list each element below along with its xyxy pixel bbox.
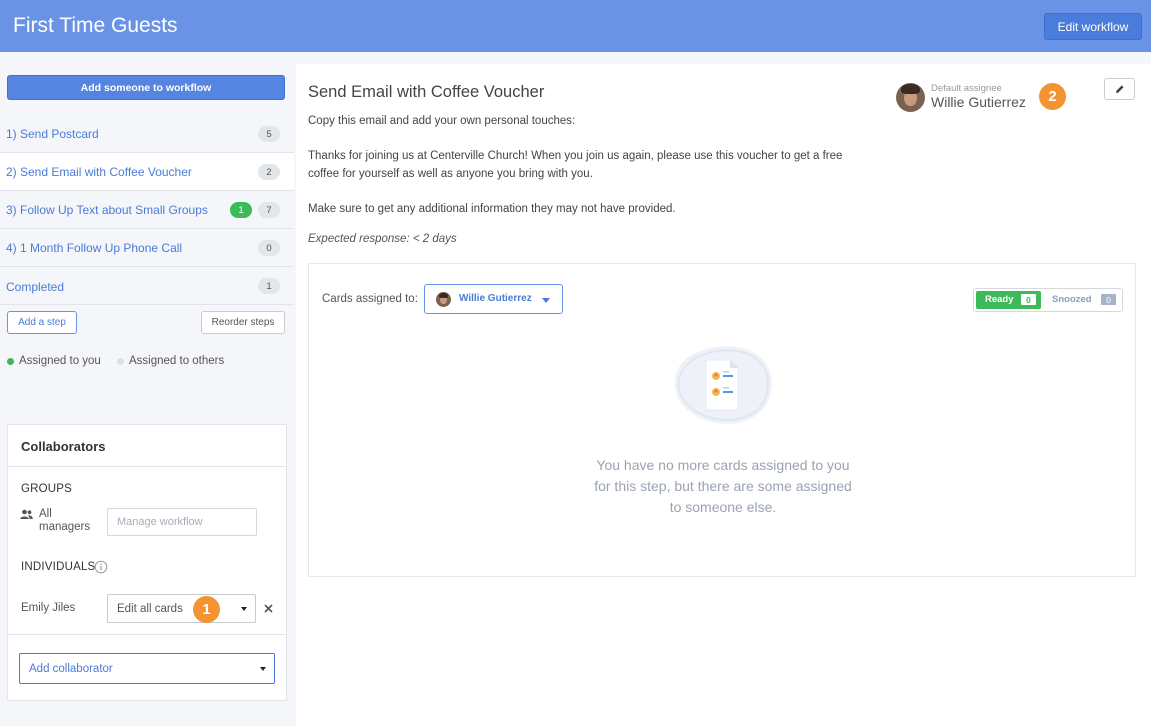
callout-badge-1: 1 (193, 596, 220, 623)
expected-response: Expected response: < 2 days (308, 233, 457, 245)
green-dot-icon (7, 357, 14, 365)
caret-down-icon (260, 666, 266, 671)
step-title: Send Email with Coffee Voucher (308, 83, 545, 101)
edit-step-button[interactable] (1104, 78, 1135, 100)
add-collaborator-select[interactable]: Add collaborator (19, 653, 275, 684)
collaborators-panel: Collaborators GROUPS All managers Manage… (7, 424, 287, 701)
workflow-title: First Time Guests (13, 14, 178, 37)
info-icon[interactable] (94, 560, 108, 574)
callout-badge-2: 2 (1039, 83, 1066, 110)
caret-down-icon (241, 606, 247, 611)
legend-label: Assigned to others (129, 355, 225, 367)
step-label: 1) Send Postcard (6, 127, 99, 141)
step-item-completed[interactable]: Completed 1 (0, 267, 294, 305)
ready-count: 0 (1021, 294, 1036, 305)
empty-state-message: You have no more cards assigned to you f… (309, 455, 1137, 518)
avatar (436, 292, 451, 307)
intro-text: Copy this email and add your own persona… (308, 115, 576, 127)
step-item-phone-call[interactable]: 4) 1 Month Follow Up Phone Call 0 (0, 229, 294, 267)
cards-assigned-label: Cards assigned to: (322, 293, 418, 305)
avatar (896, 83, 925, 112)
reorder-steps-button[interactable]: Reorder steps (201, 311, 285, 334)
top-bar: First Time Guests Edit workflow (0, 0, 1151, 52)
group-icon (20, 509, 33, 519)
my-cards-badge: 1 (230, 202, 252, 218)
add-collaborator-label: Add collaborator (29, 662, 113, 675)
individual-name: Emily Jiles (21, 602, 76, 614)
step-item-send-postcard[interactable]: 1) Send Postcard 5 (0, 115, 294, 153)
legend-assigned-others: Assigned to others (117, 355, 224, 367)
step-count-badge: 5 (258, 126, 280, 142)
note-text: Make sure to get any additional informat… (308, 203, 676, 215)
default-assignee-label: Default assignee (931, 83, 1002, 94)
gray-dot-icon (117, 357, 124, 365)
cards-panel: Cards assigned to: Willie Gutierrez Read… (308, 263, 1136, 577)
empty-state-line: for this step, but there are some assign… (594, 478, 852, 494)
snoozed-count: 0 (1101, 294, 1116, 305)
add-step-button[interactable]: Add a step (7, 311, 77, 334)
divider (8, 634, 286, 635)
step-label: 3) Follow Up Text about Small Groups (6, 203, 208, 217)
step-label: Completed (6, 280, 65, 294)
legend-assigned-you: Assigned to you (7, 355, 101, 367)
empty-cards-illustration-icon (674, 346, 772, 424)
snoozed-tab[interactable]: Snoozed (1052, 294, 1092, 305)
group-name-line: All (39, 508, 52, 520)
empty-state-line: You have no more cards assigned to you (596, 457, 850, 473)
add-someone-button[interactable]: Add someone to workflow (7, 75, 285, 100)
remove-icon[interactable] (264, 604, 273, 613)
default-assignee-name: Willie Gutierrez (931, 94, 1026, 110)
legend-label: Assigned to you (19, 355, 101, 367)
selected-assignee: Willie Gutierrez (459, 293, 532, 304)
step-count-badge: 7 (258, 202, 280, 218)
step-item-follow-up-text[interactable]: 3) Follow Up Text about Small Groups 1 7 (0, 191, 294, 229)
individuals-heading: INDIVIDUALS (21, 561, 96, 573)
individual-permission-select[interactable]: Edit all cards (107, 594, 256, 623)
ready-label: Ready (985, 294, 1014, 305)
step-label: 2) Send Email with Coffee Voucher (6, 165, 192, 179)
step-detail-panel: Send Email with Coffee Voucher Copy this… (296, 64, 1151, 726)
group-name-line: managers (39, 521, 91, 533)
email-text-line: coffee for yourself as well as anyone yo… (308, 168, 593, 180)
groups-heading: GROUPS (21, 483, 73, 495)
group-permission-select[interactable]: Manage workflow (107, 508, 257, 536)
ready-tab[interactable]: Ready 0 (976, 291, 1041, 309)
step-item-send-email[interactable]: 2) Send Email with Coffee Voucher 2 (0, 153, 294, 191)
caret-down-icon (542, 298, 550, 303)
pencil-icon (1116, 85, 1124, 93)
email-text-line: Thanks for joining us at Centerville Chu… (308, 150, 843, 162)
step-count-badge: 0 (258, 240, 280, 256)
ready-snoozed-toggle: Ready 0 Snoozed 0 (973, 288, 1123, 312)
divider (8, 466, 286, 467)
step-count-badge: 1 (258, 278, 280, 294)
collaborators-title: Collaborators (21, 439, 106, 454)
cards-assignee-select[interactable]: Willie Gutierrez (424, 284, 563, 314)
edit-workflow-button[interactable]: Edit workflow (1044, 13, 1142, 40)
empty-state-line: to someone else. (669, 499, 777, 515)
step-count-badge: 2 (258, 164, 280, 180)
selected-value: Edit all cards (117, 602, 183, 615)
step-label: 4) 1 Month Follow Up Phone Call (6, 241, 183, 255)
